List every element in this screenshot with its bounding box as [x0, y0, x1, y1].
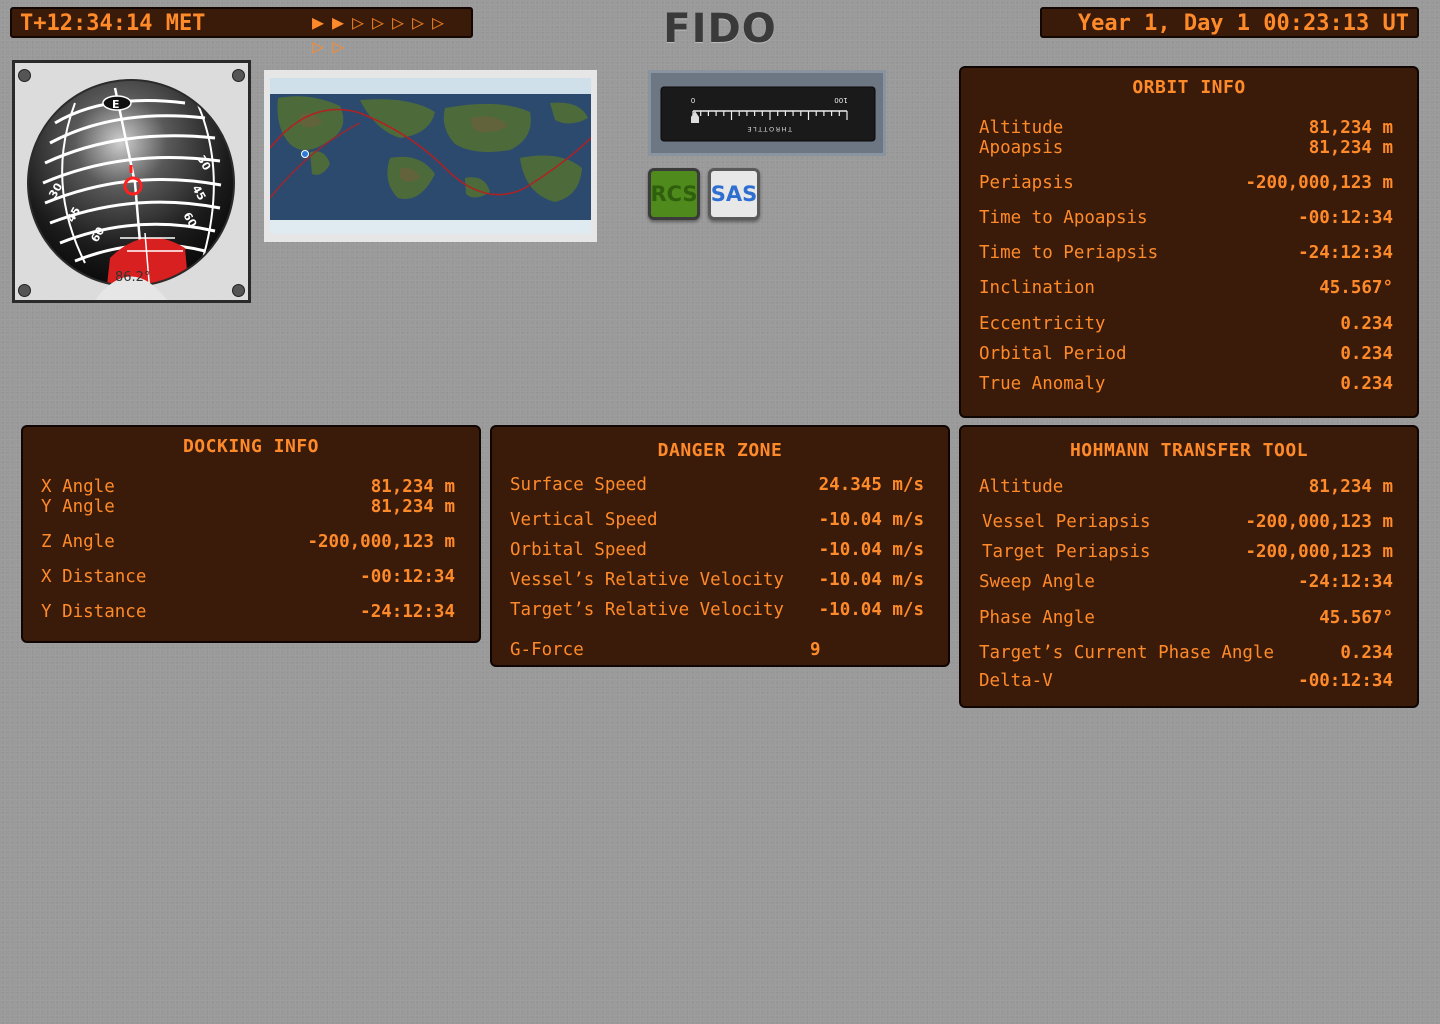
warp-arrow-icon[interactable]: ▷: [432, 10, 452, 34]
row-label: G-Force: [510, 640, 584, 660]
row-value: -10.04 m/s: [818, 510, 924, 530]
row-label: Surface Speed: [510, 475, 647, 495]
row-value: 0.234: [1340, 374, 1393, 394]
row-value: -200,000,123 m: [1245, 173, 1393, 193]
row-label: Vessel’s Relative Velocity: [510, 570, 784, 590]
row-value: 81,234 m: [1308, 118, 1393, 138]
panel-title: ORBIT INFO: [1132, 77, 1246, 98]
row-value: -200,000,123 m: [1245, 542, 1393, 562]
row-label: Periapsis: [979, 173, 1074, 193]
row-label: Altitude: [979, 118, 1064, 138]
warp-arrow-icon[interactable]: ▷: [372, 10, 392, 34]
warp-arrow-icon[interactable]: ▶: [332, 10, 352, 34]
row-label: Target Periapsis: [982, 542, 1151, 562]
warp-arrow-icon[interactable]: ▶: [312, 10, 332, 34]
row-label: True Anomaly: [979, 374, 1106, 394]
row-value: 81,234 m: [370, 497, 455, 517]
row-value: -00:12:34: [1298, 208, 1393, 228]
row-label: X Distance: [41, 567, 147, 587]
row-label: Y Distance: [41, 602, 147, 622]
navball-readout: 86.2°: [115, 270, 150, 285]
warp-arrow-icon[interactable]: ▷: [332, 34, 352, 58]
navball-instrument: E 30 30 45 45 60 60 86.2°: [12, 60, 251, 303]
row-value: 24.345 m/s: [818, 475, 924, 495]
warp-arrow-icon[interactable]: ▷: [412, 10, 432, 34]
warp-arrow-icon[interactable]: ▷: [352, 10, 372, 34]
row-value: 0.234: [1340, 344, 1393, 364]
met-text: T+12:34:14 MET: [20, 11, 206, 36]
row-label: Orbital Speed: [510, 540, 647, 560]
warp-arrow-icon[interactable]: ▷: [392, 10, 412, 34]
row-value: -24:12:34: [1298, 572, 1393, 592]
time-warp-control[interactable]: ▶ ▶ ▷ ▷ ▷ ▷ ▷▷ ▷: [312, 10, 471, 58]
row-label: Target’s Relative Velocity: [510, 600, 784, 620]
row-label: Eccentricity: [979, 314, 1106, 334]
ground-track-map[interactable]: [264, 70, 597, 242]
row-value: 0.234: [1340, 314, 1393, 334]
row-value: -24:12:34: [1298, 243, 1393, 263]
ut-clock: Year 1, Day 1 00:23:13 UT: [1040, 7, 1419, 38]
row-value: -10.04 m/s: [818, 570, 924, 590]
row-value: 45.567°: [1319, 608, 1393, 628]
throttle-gauge[interactable]: 0 100 THROTTLE: [648, 70, 886, 156]
row-label: Altitude: [979, 477, 1064, 497]
row-value: 45.567°: [1319, 278, 1393, 298]
row-label: X Angle: [41, 477, 115, 497]
row-label: Vertical Speed: [510, 510, 658, 530]
row-label: Sweep Angle: [979, 572, 1095, 592]
throttle-label: THROTTLE: [746, 125, 793, 133]
row-value: -00:12:34: [1298, 671, 1393, 691]
row-value: 0.234: [1340, 643, 1393, 663]
navball-graphic: E 30 30 45 45 60 60 86.2°: [27, 79, 235, 300]
row-label: Time to Periapsis: [979, 243, 1159, 263]
row-label: Delta-V: [979, 671, 1053, 691]
row-label: Target’s Current Phase Angle: [979, 643, 1275, 663]
row-label: Time to Apoapsis: [979, 208, 1148, 228]
docking-info-panel: DOCKING INFO X Angle 81,234 m Y Angle 81,2…: [21, 425, 481, 643]
row-value: -200,000,123 m: [1245, 512, 1393, 532]
panel-title: DOCKING INFO: [182, 436, 320, 457]
row-value: -10.04 m/s: [818, 540, 924, 560]
orbit-info-panel: ORBIT INFO Altitude 81,234 m Apoapsis 81,2…: [959, 66, 1419, 418]
row-label: Apoapsis: [979, 138, 1064, 158]
page-title: FIDO: [663, 6, 777, 52]
ut-text: Year 1, Day 1 00:23:13 UT: [1077, 11, 1409, 36]
throttle-min: 0: [691, 96, 695, 104]
row-value: -200,000,123 m: [307, 532, 455, 552]
row-value: 81,234 m: [1308, 477, 1393, 497]
world-map-graphic: [270, 78, 591, 234]
danger-zone-panel: DANGER ZONE Surface Speed 24.345 m/s Vert…: [490, 425, 950, 667]
row-label: Vessel Periapsis: [982, 512, 1151, 532]
panel-title: HOHMANN TRANSFER TOOL: [1069, 440, 1309, 461]
warp-arrow-icon[interactable]: ▷: [312, 34, 332, 58]
row-label: Z Angle: [41, 532, 115, 552]
row-label: Phase Angle: [979, 608, 1095, 628]
row-value: -00:12:34: [360, 567, 455, 587]
met-clock: T+12:34:14 MET ▶ ▶ ▷ ▷ ▷ ▷ ▷▷ ▷: [10, 7, 473, 58]
row-value: -10.04 m/s: [818, 600, 924, 620]
row-value: -24:12:34: [360, 602, 455, 622]
row-value: 81,234 m: [370, 477, 455, 497]
row-label: Orbital Period: [979, 344, 1127, 364]
row-value: 9: [810, 640, 821, 660]
row-label: Inclination: [979, 278, 1095, 298]
throttle-graphic: 0 100 THROTTLE: [660, 86, 876, 142]
hohmann-transfer-panel: HOHMANN TRANSFER TOOL Altitude 81,234 m V…: [959, 425, 1419, 708]
panel-title: DANGER ZONE: [657, 440, 783, 461]
row-value: 81,234 m: [1308, 138, 1393, 158]
rcs-toggle-button[interactable]: RCS: [648, 168, 700, 220]
throttle-max: 100: [834, 96, 847, 104]
heading-marker: E: [112, 98, 120, 111]
sas-toggle-button[interactable]: SAS: [708, 168, 760, 220]
row-label: Y Angle: [41, 497, 115, 517]
